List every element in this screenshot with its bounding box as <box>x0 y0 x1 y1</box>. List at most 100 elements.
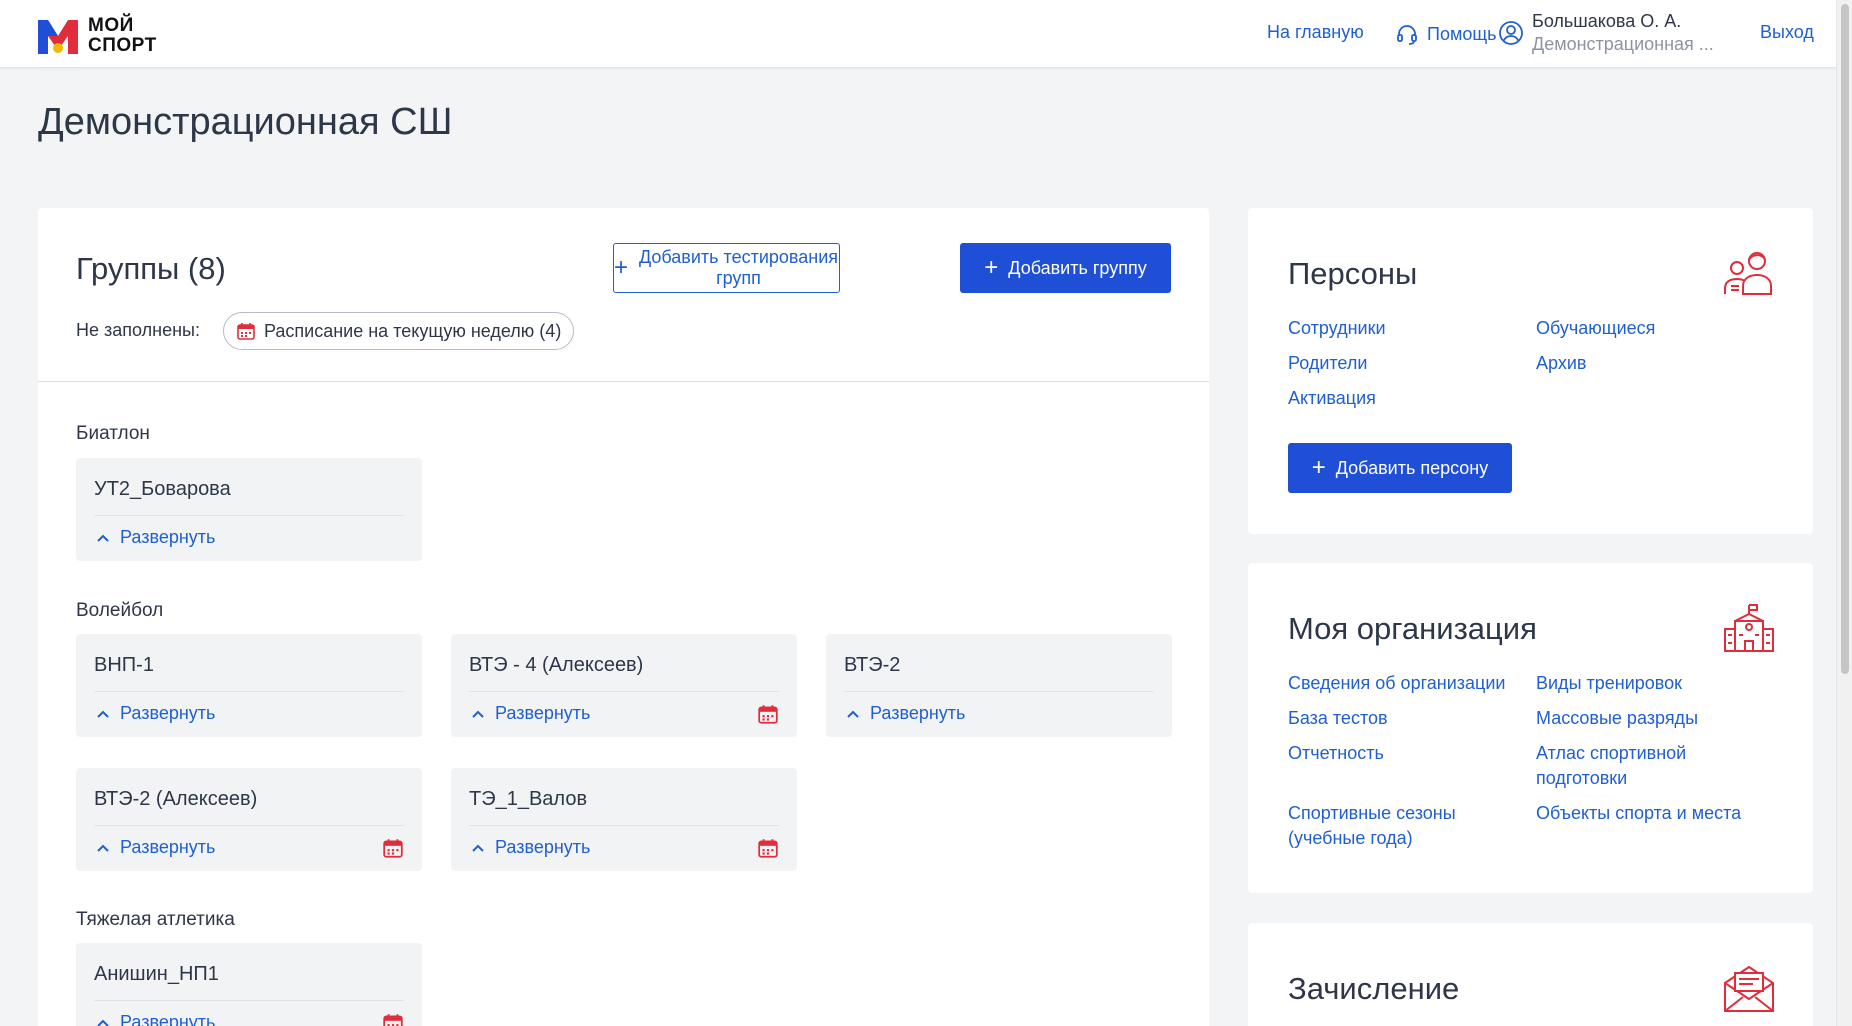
group-name[interactable]: ВТЭ-2 (Алексеев) <box>94 788 257 811</box>
employees-link[interactable]: Сотрудники <box>1288 316 1386 341</box>
archive-link[interactable]: Архив <box>1536 351 1586 376</box>
logo[interactable]: МОЙ СПОРТ <box>38 16 157 56</box>
home-link[interactable]: На главную <box>1267 22 1364 43</box>
expand-toggle[interactable]: Развернуть <box>96 1012 215 1026</box>
persons-title: Персоны <box>1288 256 1418 291</box>
enrollment-title: Зачисление <box>1288 971 1460 1006</box>
add-group-testing-label: Добавить тестирования групп <box>638 247 839 288</box>
page-title: Демонстрационная СШ <box>38 101 453 143</box>
schedule-unfilled-label: Расписание на текущую неделю (4) <box>264 320 562 341</box>
group-name[interactable]: ВНП-1 <box>94 654 154 677</box>
add-group-label: Добавить группу <box>1008 257 1147 278</box>
user-menu[interactable]: Большакова О. А. Демонстрационная ... <box>1498 10 1714 56</box>
user-name: Большакова О. А. <box>1532 11 1682 31</box>
enrollment-panel: Зачисление <box>1248 923 1813 1026</box>
sport-title: Тяжелая атлетика <box>76 909 235 930</box>
scrollbar-thumb[interactable] <box>1841 4 1849 674</box>
mass-ranks-link[interactable]: Массовые разряды <box>1536 706 1698 731</box>
org-info-link[interactable]: Сведения об организации <box>1288 671 1505 696</box>
group-name[interactable]: ВТЭ-2 <box>844 654 900 677</box>
calendar-icon[interactable] <box>382 1012 404 1026</box>
page-scrollbar[interactable] <box>1836 0 1852 1026</box>
chevron-up-icon <box>472 710 484 718</box>
expand-label: Развернуть <box>120 837 216 857</box>
chevron-up-icon <box>97 710 109 718</box>
expand-label: Развернуть <box>120 527 216 547</box>
group-card[interactable]: ВТЭ-2 Развернуть <box>826 634 1172 737</box>
calendar-icon[interactable] <box>757 703 779 725</box>
group-card[interactable]: УТ2_Боварова Развернуть <box>76 458 422 561</box>
expand-toggle[interactable]: Развернуть <box>846 703 965 724</box>
chevron-up-icon <box>472 844 484 852</box>
section-divider <box>38 381 1209 382</box>
calendar-icon[interactable] <box>382 837 404 859</box>
unfilled-label: Не заполнены: <box>76 320 200 340</box>
group-name[interactable]: Анишин_НП1 <box>94 963 219 986</box>
logo-line2: СПОРТ <box>88 35 157 56</box>
logo-icon <box>38 18 78 54</box>
groups-title: Группы (8) <box>76 251 226 286</box>
activation-link[interactable]: Активация <box>1288 386 1376 411</box>
schedule-unfilled-chip[interactable]: Расписание на текущую неделю (4) <box>223 312 575 350</box>
add-person-label: Добавить персону <box>1335 457 1489 478</box>
group-card[interactable]: ВНП-1 Развернуть <box>76 634 422 737</box>
training-types-link[interactable]: Виды тренировок <box>1536 671 1682 696</box>
envelope-icon <box>1724 965 1774 1012</box>
group-name[interactable]: ТЭ_1_Валов <box>469 788 587 811</box>
expand-toggle[interactable]: Развернуть <box>96 527 215 548</box>
group-card[interactable]: ВТЭ-2 (Алексеев) Развернуть <box>76 768 422 871</box>
card-divider <box>94 1000 404 1001</box>
sport-facilities-link[interactable]: Объекты спорта и места <box>1536 801 1741 826</box>
chevron-up-icon <box>97 534 109 542</box>
add-group-button[interactable]: + Добавить группу <box>960 243 1171 293</box>
help-link[interactable]: Помощь <box>1395 22 1497 46</box>
groups-panel: Группы (8) + Добавить тестирования групп… <box>38 208 1209 1026</box>
card-divider <box>469 825 779 826</box>
expand-label: Развернуть <box>495 703 591 723</box>
card-divider <box>94 691 404 692</box>
headset-icon <box>1397 25 1417 45</box>
tests-base-link[interactable]: База тестов <box>1288 706 1388 731</box>
card-divider <box>94 515 404 516</box>
top-header: МОЙ СПОРТ На главную Помощь Большакова О… <box>0 0 1852 68</box>
group-card[interactable]: ТЭ_1_Валов Развернуть <box>451 768 797 871</box>
add-person-button[interactable]: + Добавить персону <box>1288 443 1512 493</box>
school-building-icon <box>1724 604 1774 652</box>
help-label: Помощь <box>1427 23 1497 44</box>
expand-label: Развернуть <box>870 703 966 723</box>
plus-icon: + <box>984 254 999 281</box>
card-divider <box>94 825 404 826</box>
group-name[interactable]: УТ2_Боварова <box>94 478 231 501</box>
add-group-testing-button[interactable]: + Добавить тестирования групп <box>613 243 840 293</box>
organization-title: Моя организация <box>1288 611 1537 646</box>
group-name[interactable]: ВТЭ - 4 (Алексеев) <box>469 654 643 677</box>
sport-title: Волейбол <box>76 600 164 621</box>
chevron-up-icon <box>97 844 109 852</box>
group-card[interactable]: ВТЭ - 4 (Алексеев) Развернуть <box>451 634 797 737</box>
people-icon <box>1724 252 1772 295</box>
group-card[interactable]: Анишин_НП1 Развернуть <box>76 943 422 1026</box>
organization-panel: Моя организация Сведения об организации … <box>1248 563 1813 893</box>
expand-toggle[interactable]: Развернуть <box>471 703 590 724</box>
user-organization: Демонстрационная ... <box>1532 34 1714 54</box>
students-link[interactable]: Обучающиеся <box>1536 316 1655 341</box>
sports-seasons-link[interactable]: Спортивные сезоны (учебные года) <box>1288 801 1488 851</box>
logout-link[interactable]: Выход <box>1760 22 1814 43</box>
expand-toggle[interactable]: Развернуть <box>96 837 215 858</box>
sport-title: Биатлон <box>76 423 150 444</box>
chevron-up-icon <box>97 1019 109 1026</box>
chevron-up-icon <box>847 710 859 718</box>
expand-label: Развернуть <box>495 837 591 857</box>
logo-text: МОЙ СПОРТ <box>88 16 157 56</box>
parents-link[interactable]: Родители <box>1288 351 1367 376</box>
calendar-icon <box>237 323 255 340</box>
expand-toggle[interactable]: Развернуть <box>96 703 215 724</box>
logo-line1: МОЙ <box>88 15 134 36</box>
expand-toggle[interactable]: Развернуть <box>471 837 590 858</box>
user-avatar-icon <box>1499 21 1523 45</box>
calendar-icon[interactable] <box>757 837 779 859</box>
reporting-link[interactable]: Отчетность <box>1288 741 1384 766</box>
plus-icon: + <box>614 254 629 281</box>
sports-atlas-link[interactable]: Атлас спортивной подготовки <box>1536 741 1736 791</box>
expand-label: Развернуть <box>120 703 216 723</box>
